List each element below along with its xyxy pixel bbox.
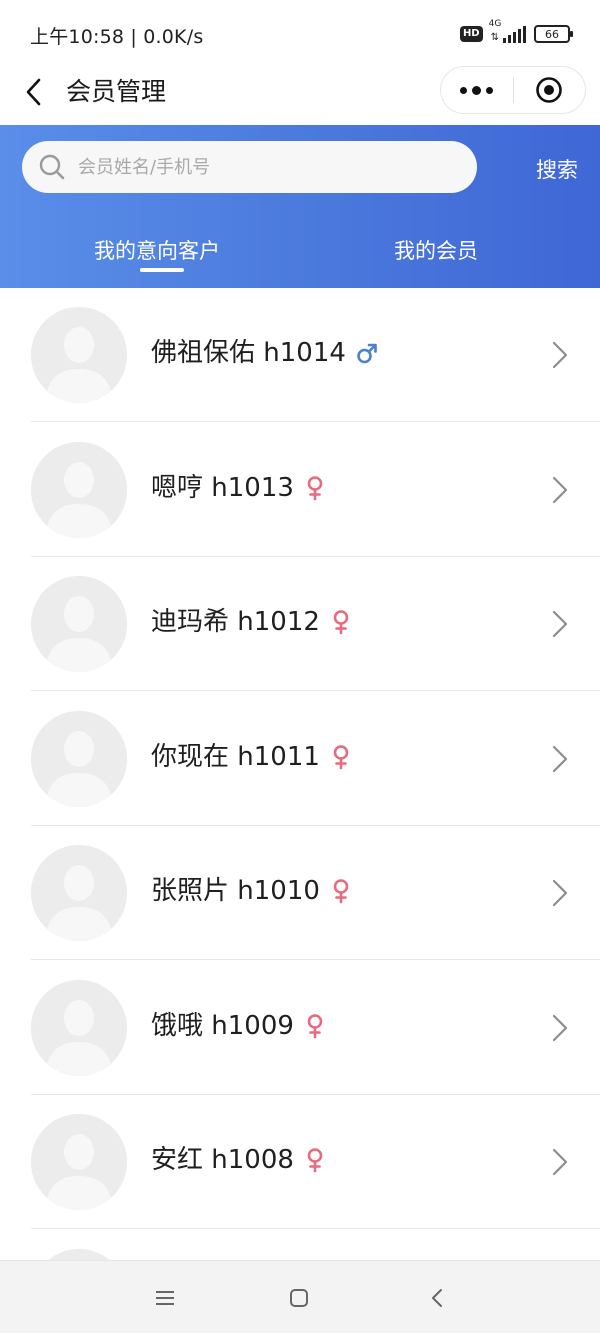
female-icon xyxy=(330,744,352,770)
data-arrows-icon: ⇅ xyxy=(490,32,499,43)
avatar xyxy=(31,1249,127,1260)
female-icon xyxy=(304,475,326,501)
list-item[interactable]: 你现在 h1011 xyxy=(0,692,600,826)
avatar xyxy=(31,980,127,1076)
chevron-right-icon xyxy=(550,339,570,371)
chevron-right-icon xyxy=(550,1012,570,1044)
menu-button[interactable] xyxy=(150,1283,180,1313)
member-name-line: 安红 h1008 xyxy=(151,1142,326,1178)
row-divider xyxy=(31,959,600,960)
row-divider xyxy=(31,1228,600,1229)
avatar xyxy=(31,576,127,672)
hd-badge: HD xyxy=(459,26,483,42)
list-item[interactable]: 嗯哼 h1013 xyxy=(0,423,600,557)
home-square-icon xyxy=(290,1289,308,1307)
signal-icon: 4G ⇅ xyxy=(489,19,526,43)
avatar xyxy=(31,711,127,807)
list-item[interactable] xyxy=(0,1230,600,1260)
row-divider xyxy=(31,421,600,422)
battery-icon: 66 xyxy=(534,25,573,43)
member-name-line: 迪玛希 h1012 xyxy=(151,604,352,640)
list-item[interactable]: 佛祖保佑 h1014 xyxy=(0,288,600,422)
nav-bar: 会员管理 xyxy=(0,64,600,125)
member-name: 饿哦 h1009 xyxy=(151,1011,294,1041)
active-tab-indicator xyxy=(140,268,184,272)
header-panel: 搜索 我的意向客户 我的会员 xyxy=(0,125,600,288)
avatar xyxy=(31,1114,127,1210)
member-name: 佛祖保佑 h1014 xyxy=(151,338,346,368)
member-name-line: 张照片 h1010 xyxy=(151,873,352,909)
tab-my-members[interactable]: 我的会员 xyxy=(394,235,478,265)
female-icon xyxy=(330,878,352,904)
mini-program-capsule xyxy=(440,66,586,114)
list-item[interactable]: 安红 h1008 xyxy=(0,1095,600,1229)
chevron-right-icon xyxy=(550,1146,570,1178)
avatar xyxy=(31,845,127,941)
network-type: 4G xyxy=(488,19,502,29)
member-name-line: 嗯哼 h1013 xyxy=(151,470,326,506)
member-name: 嗯哼 h1013 xyxy=(151,473,294,503)
male-icon xyxy=(356,340,378,366)
list-item[interactable]: 饿哦 h1009 xyxy=(0,961,600,1095)
avatar xyxy=(31,307,127,403)
row-divider xyxy=(31,690,600,691)
list-item[interactable]: 张照片 h1010 xyxy=(0,826,600,960)
avatar xyxy=(31,442,127,538)
list-item[interactable]: 迪玛希 h1012 xyxy=(0,557,600,691)
close-button[interactable] xyxy=(514,66,586,114)
chevron-right-icon xyxy=(550,608,570,640)
chevron-right-icon xyxy=(550,877,570,909)
chevron-left-icon xyxy=(26,78,41,106)
home-button[interactable] xyxy=(284,1283,314,1313)
member-name: 迪玛希 h1012 xyxy=(151,607,320,637)
battery-level: 66 xyxy=(545,27,559,41)
search-button[interactable]: 搜索 xyxy=(536,154,578,184)
search-box[interactable] xyxy=(22,141,477,193)
status-time: 上午10:58 | 0.0K/s xyxy=(30,26,204,48)
target-close-icon xyxy=(536,77,563,103)
chevron-right-icon xyxy=(550,743,570,775)
member-name: 安红 h1008 xyxy=(151,1145,294,1175)
member-name-line: 你现在 h1011 xyxy=(151,739,352,775)
chevron-left-icon xyxy=(432,1289,442,1307)
back-button[interactable] xyxy=(18,76,50,108)
search-icon xyxy=(39,154,65,180)
status-icons: HD 4G ⇅ 66 xyxy=(459,19,573,46)
system-back-button[interactable] xyxy=(422,1283,452,1313)
member-name: 张照片 h1010 xyxy=(151,876,320,906)
tab-intended-customers[interactable]: 我的意向客户 xyxy=(94,235,220,265)
member-list: 佛祖保佑 h1014 嗯哼 h1013 迪玛希 h1012 你现在 h1011 张照片 … xyxy=(0,288,600,1260)
more-button[interactable] xyxy=(441,66,513,114)
menu-icon xyxy=(156,1291,174,1305)
female-icon xyxy=(304,1147,326,1173)
member-name-line: 饿哦 h1009 xyxy=(151,1008,326,1044)
system-nav-bar xyxy=(0,1260,600,1333)
search-input[interactable] xyxy=(78,156,438,178)
page-title: 会员管理 xyxy=(66,77,167,106)
female-icon xyxy=(304,1013,326,1039)
female-icon xyxy=(330,609,352,635)
chevron-right-icon xyxy=(550,474,570,506)
member-name: 你现在 h1011 xyxy=(151,742,320,772)
member-name-line: 佛祖保佑 h1014 xyxy=(151,335,378,371)
status-bar: 上午10:58 | 0.0K/s HD 4G ⇅ 66 xyxy=(0,0,600,64)
